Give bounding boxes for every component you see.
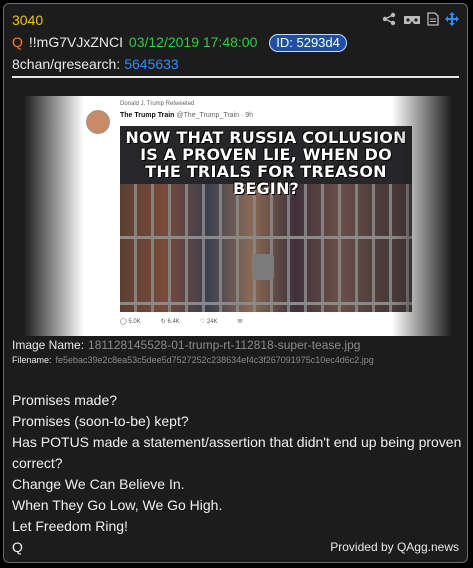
filename-label: Filename: [12,355,52,365]
divider [12,76,459,78]
tweet-handle: @The_Trump_Train · 9h [176,112,254,119]
provided-by[interactable]: Provided by QAgg.news [330,540,459,554]
tweet-retweets: ↻ 6.4K [160,319,180,325]
vr-icon[interactable] [403,13,421,31]
tweet-share-icon: ✉ [237,319,243,325]
image-name-row: Image Name: 181128145528-01-trump-rt-1128… [12,338,360,352]
padlock-icon [252,254,274,280]
move-icon[interactable] [445,12,459,31]
meme-text: NOW THAT RUSSIA COLLUSION IS A PROVEN LI… [125,128,407,198]
board-line: 8chan/qresearch: 5645633 [12,56,179,72]
tweet-replies: ◯ 5.0K [120,319,141,325]
post-line: Change We Can Believe In. [12,476,185,492]
tripcode: !!mG7VJxZNCI [28,34,124,50]
poster-id-badge[interactable]: ID: 5293d4 [269,34,347,52]
post-line: Has POTUS made a statement/assertion tha… [12,434,462,471]
image-name-label: Image Name: [12,338,85,352]
share-icon[interactable] [381,12,397,31]
tweet-actions: ◯ 5.0K ↻ 6.4K ♡ 24K ✉ [120,318,243,325]
tweet-likes: ♡ 24K [199,319,218,325]
q-label: Q [12,34,23,50]
post-line: Let Freedom Ring! [12,518,128,534]
post-datetime: 03/12/2019 17:48:00 [128,34,258,50]
post-header: Q !!mG7VJxZNCI 03/12/2019 17:48:00 ID: 52… [12,34,347,52]
jail-crossbar [120,236,412,239]
image-fade-left [24,96,84,336]
document-icon[interactable] [427,12,439,31]
tweet-account: The Trump Train @The_Trump_Train · 9h [120,112,253,119]
post-image[interactable]: Donald J. Trump Retweeted The Trump Trai… [24,96,452,336]
post-line: Promises (soon-to-be) kept? [12,413,189,429]
post-card: 3040 Q !!mG7VJxZNCI 03/12/2019 17:48:00 I… [3,3,468,563]
board-name: 8chan/qresearch: [12,56,121,72]
jail-crossbar [120,302,412,305]
post-line: When They Go Low, We Go High. [12,497,223,513]
retweet-line: Donald J. Trump Retweeted [120,101,195,107]
post-body: Promises made? Promises (soon-to-be) kep… [12,390,462,558]
image-name-value[interactable]: 181128145528-01-trump-rt-112818-super-te… [88,338,360,352]
tweet-account-name: The Trump Train [120,112,175,119]
post-line: Promises made? [12,392,118,408]
post-toolbar [381,12,459,31]
meme-image: NOW THAT RUSSIA COLLUSION IS A PROVEN LI… [120,126,412,312]
avatar [86,110,110,134]
image-fade-right [392,96,452,336]
thread-link[interactable]: 5645633 [124,56,179,72]
post-number[interactable]: 3040 [12,12,43,28]
filename-row: Filename: fe5ebac39e2c8ea53c5dee5d7527252… [12,355,374,365]
jail-bars [120,184,412,312]
filename-value[interactable]: fe5ebac39e2c8ea53c5dee5d7527252c238634ef… [56,355,374,365]
